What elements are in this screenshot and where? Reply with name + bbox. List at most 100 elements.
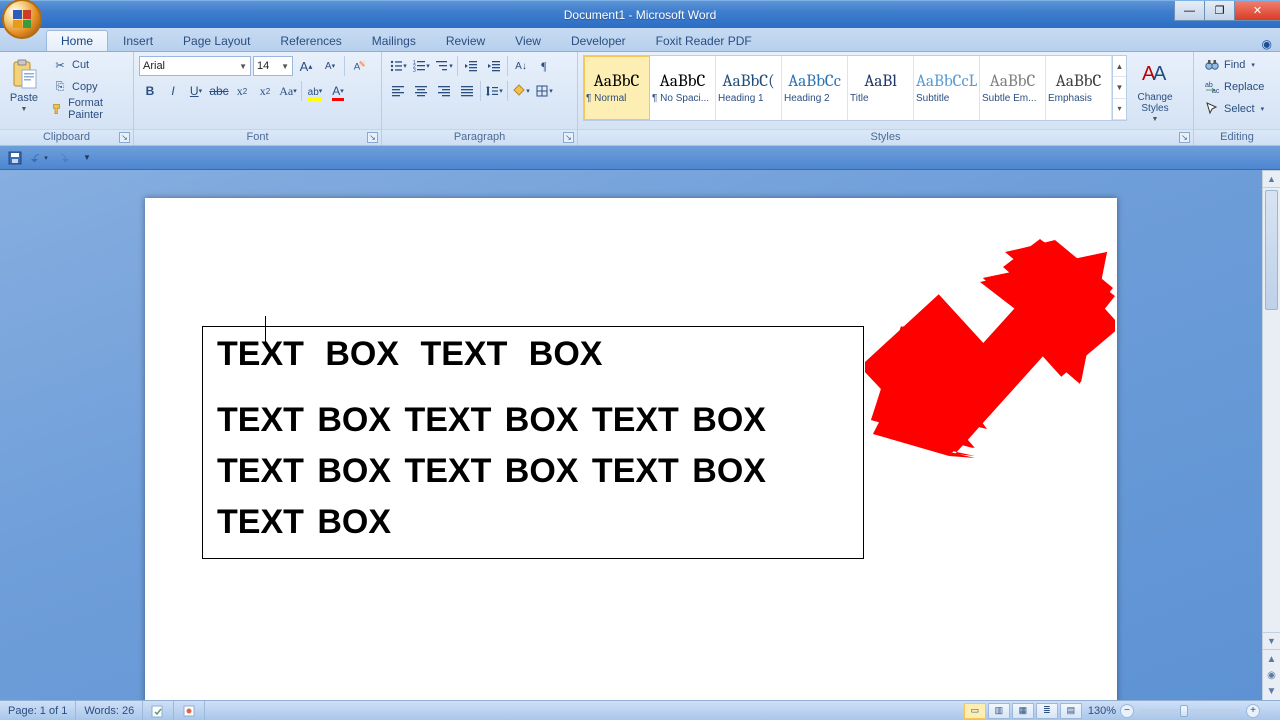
borders-button[interactable]: ▾ <box>533 80 555 102</box>
browse-object-button[interactable]: ◉ <box>1263 668 1280 682</box>
font-size-combo[interactable]: 14▼ <box>253 56 293 76</box>
vertical-scrollbar[interactable]: ▲ ▼ ▲ ◉ ▼ <box>1262 170 1280 700</box>
increase-indent-button[interactable] <box>483 55 505 77</box>
line-spacing-button[interactable]: ▾ <box>483 80 505 102</box>
subscript-button[interactable]: x2 <box>231 80 253 102</box>
style-subtle-em-[interactable]: AaBbCSubtle Em... <box>980 56 1046 120</box>
text-box[interactable]: TEXT BOX TEXT BOX TEXT BOX TEXT BOX TEXT… <box>202 326 864 559</box>
gallery-up[interactable]: ▲ <box>1113 56 1126 77</box>
paragraph-launcher[interactable]: ↘ <box>563 132 574 143</box>
tab-view[interactable]: View <box>500 30 556 51</box>
previous-page-button[interactable]: ▲ <box>1263 650 1280 668</box>
close-button[interactable]: ✕ <box>1234 1 1280 21</box>
strikethrough-button[interactable]: abc <box>208 80 230 102</box>
font-launcher[interactable]: ↘ <box>367 132 378 143</box>
group-label-font: Font ↘ <box>134 129 381 145</box>
tab-references[interactable]: References <box>265 30 356 51</box>
bold-button[interactable]: B <box>139 80 161 102</box>
zoom-in-button[interactable]: + <box>1246 704 1260 718</box>
web-layout-view-button[interactable]: ▦ <box>1012 703 1034 719</box>
tab-mailings[interactable]: Mailings <box>357 30 431 51</box>
maximize-button[interactable]: ❐ <box>1204 1 1234 21</box>
tab-review[interactable]: Review <box>431 30 500 51</box>
help-icon[interactable]: ◉ <box>1262 37 1272 51</box>
grow-font-button[interactable]: A▴ <box>295 55 317 77</box>
textbox-paragraph[interactable]: TEXT BOX TEXT BOX TEXT BOX TEXT BOX TEXT… <box>217 395 849 548</box>
zoom-out-button[interactable]: − <box>1120 704 1134 718</box>
style-title[interactable]: AaBlTitle <box>848 56 914 120</box>
page[interactable]: TEXT BOX TEXT BOX TEXT BOX TEXT BOX TEXT… <box>145 198 1117 700</box>
zoom-slider[interactable] <box>1140 709 1240 713</box>
align-right-button[interactable] <box>433 80 455 102</box>
zoom-level[interactable]: 130% <box>1084 701 1120 720</box>
change-case-button[interactable]: Aa▾ <box>277 80 299 102</box>
decrease-indent-button[interactable] <box>460 55 482 77</box>
status-words[interactable]: Words: 26 <box>76 701 143 720</box>
bullets-button[interactable]: ▾ <box>387 55 409 77</box>
brush-icon <box>52 101 64 117</box>
gallery-down[interactable]: ▼ <box>1113 77 1126 98</box>
style-emphasis[interactable]: AaBbCEmphasis <box>1046 56 1112 120</box>
print-layout-view-button[interactable]: ▭ <box>964 703 986 719</box>
justify-button[interactable] <box>456 80 478 102</box>
format-painter-button[interactable]: Format Painter <box>47 99 128 119</box>
styles-gallery[interactable]: AaBbC¶ NormalAaBbC¶ No Spaci...AaBbC(Hea… <box>583 55 1127 121</box>
status-macro[interactable] <box>174 701 205 720</box>
cut-button[interactable]: ✂ Cut <box>47 55 128 75</box>
copy-button[interactable]: ⎘ Copy <box>47 77 128 97</box>
scroll-down-button[interactable]: ▼ <box>1263 632 1280 650</box>
draft-view-button[interactable]: ▤ <box>1060 703 1082 719</box>
minimize-button[interactable]: — <box>1174 1 1204 21</box>
status-proofing[interactable] <box>143 701 174 720</box>
document-area: TEXT BOX TEXT BOX TEXT BOX TEXT BOX TEXT… <box>0 170 1280 700</box>
shading-button[interactable]: ▾ <box>510 80 532 102</box>
qat-customize-button[interactable]: ▼ <box>78 149 96 167</box>
style--normal[interactable]: AaBbC¶ Normal <box>584 56 650 120</box>
tab-page-layout[interactable]: Page Layout <box>168 30 265 51</box>
status-page[interactable]: Page: 1 of 1 <box>0 701 76 720</box>
underline-button[interactable]: U▾ <box>185 80 207 102</box>
highlight-button[interactable]: ab▾ <box>304 80 326 102</box>
clear-formatting-button[interactable]: A <box>348 55 370 77</box>
textbox-line-1[interactable]: TEXT BOX TEXT BOX <box>217 337 849 373</box>
shrink-font-button[interactable]: A▾ <box>319 55 341 77</box>
paste-button[interactable]: Paste ▼ <box>5 55 43 116</box>
zoom-slider-knob[interactable] <box>1180 705 1188 717</box>
tab-foxit-reader-pdf[interactable]: Foxit Reader PDF <box>641 30 767 51</box>
font-color-button[interactable]: A▾ <box>327 80 349 102</box>
office-button[interactable] <box>2 0 42 39</box>
scrollbar-track[interactable] <box>1263 188 1280 632</box>
tab-developer[interactable]: Developer <box>556 30 641 51</box>
select-button[interactable]: Select▾ <box>1199 99 1269 119</box>
replace-button[interactable]: abac Replace <box>1199 77 1269 97</box>
style-subtitle[interactable]: AaBbCcLSubtitle <box>914 56 980 120</box>
gallery-more[interactable]: ▾ <box>1113 99 1126 120</box>
italic-button[interactable]: I <box>162 80 184 102</box>
next-page-button[interactable]: ▼ <box>1263 682 1280 700</box>
sort-button[interactable]: A↓ <box>510 55 532 77</box>
align-center-button[interactable] <box>410 80 432 102</box>
undo-button[interactable]: ▾ <box>30 149 48 167</box>
numbering-button[interactable]: 123▾ <box>410 55 432 77</box>
align-left-button[interactable] <box>387 80 409 102</box>
style-heading-2[interactable]: AaBbCcHeading 2 <box>782 56 848 120</box>
superscript-button[interactable]: x2 <box>254 80 276 102</box>
scrollbar-thumb[interactable] <box>1265 190 1278 310</box>
find-button[interactable]: Find▾ <box>1199 55 1269 75</box>
styles-launcher[interactable]: ↘ <box>1179 132 1190 143</box>
clipboard-launcher[interactable]: ↘ <box>119 132 130 143</box>
style--no-spaci-[interactable]: AaBbC¶ No Spaci... <box>650 56 716 120</box>
font-name-combo[interactable]: Arial▼ <box>139 56 251 76</box>
change-styles-button[interactable]: AA Change Styles ▼ <box>1131 55 1179 126</box>
scroll-up-button[interactable]: ▲ <box>1263 170 1280 188</box>
redo-button[interactable] <box>54 149 72 167</box>
full-screen-view-button[interactable]: ▥ <box>988 703 1010 719</box>
multilevel-list-button[interactable]: ▾ <box>433 55 455 77</box>
tab-home[interactable]: Home <box>46 30 108 51</box>
show-marks-button[interactable]: ¶ <box>533 55 555 77</box>
outline-view-button[interactable]: ≣ <box>1036 703 1058 719</box>
save-button[interactable] <box>6 149 24 167</box>
tab-insert[interactable]: Insert <box>108 30 168 51</box>
gallery-scroll[interactable]: ▲▼▾ <box>1112 56 1126 120</box>
style-heading-1[interactable]: AaBbC(Heading 1 <box>716 56 782 120</box>
